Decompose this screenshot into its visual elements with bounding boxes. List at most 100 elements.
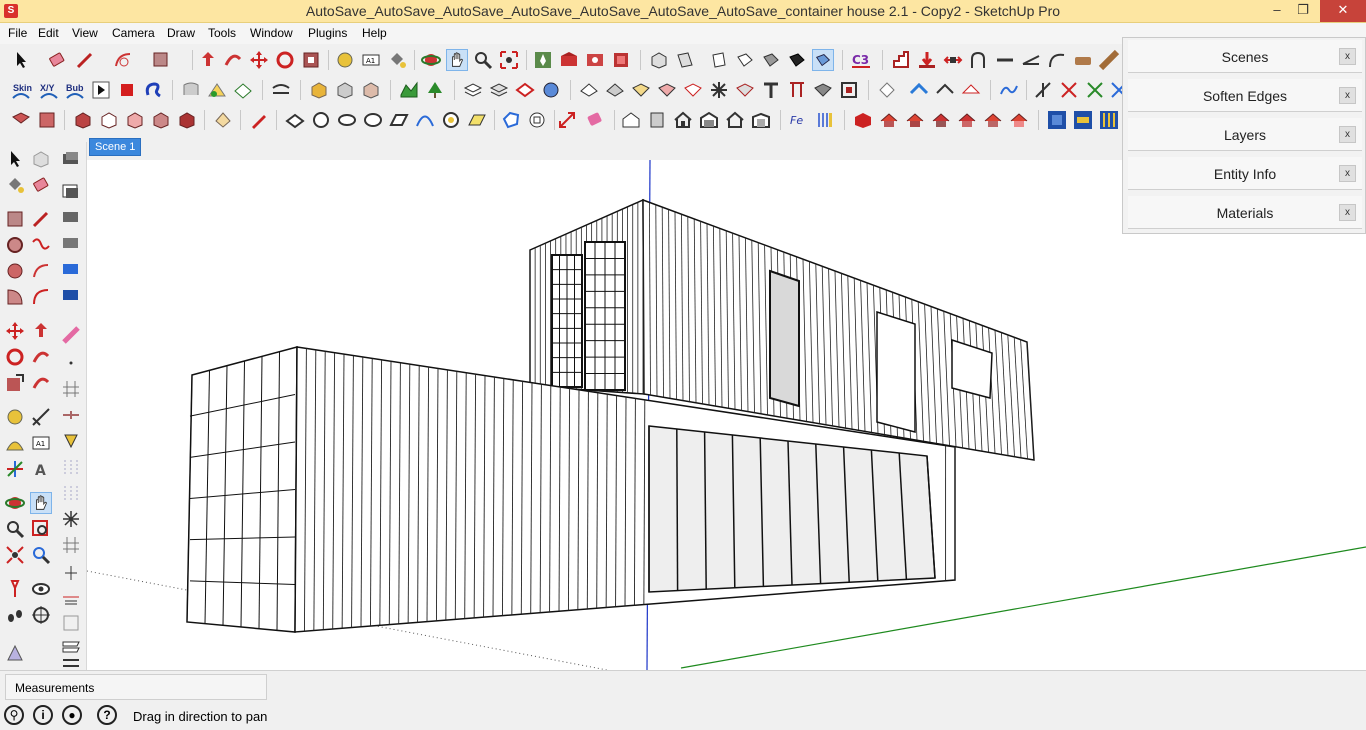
menu-view[interactable]: View [72,26,98,40]
texture-icon[interactable] [212,109,234,131]
roof-r-icon-6[interactable] [1008,109,1030,131]
tray-panel-soften-edges[interactable]: Soften Edges x [1128,79,1362,112]
garage-icon[interactable] [698,109,720,131]
component-icon-4[interactable] [60,232,82,254]
select-tool-icon[interactable] [10,49,32,71]
offset-tool-icon[interactable] [300,49,322,71]
zoom-window-left-icon[interactable] [30,518,52,540]
menu-window[interactable]: Window [250,26,293,40]
menu-draw[interactable]: Draw [167,26,195,40]
component-icon-5[interactable] [60,258,82,280]
menu-tools[interactable]: Tools [208,26,236,40]
layer-red-icon[interactable] [514,79,536,101]
ridge-tool-icon-1[interactable] [908,79,930,101]
solid-union-icon[interactable] [308,79,330,101]
blue-panel-icon-2[interactable] [1072,109,1094,131]
axes-left-icon[interactable] [4,458,26,480]
right-view-icon[interactable] [734,49,756,71]
point-icon[interactable] [60,352,82,374]
blue-panel-icon-3[interactable] [1098,109,1120,131]
rectangle-left-icon[interactable] [4,208,26,230]
polygon-left-icon[interactable] [4,260,26,282]
dropdown-red-icon[interactable] [852,109,874,131]
menu-file[interactable]: File [8,26,27,40]
back-edges-icon[interactable] [98,109,120,131]
shape-tool-icon-6[interactable] [414,109,436,131]
close-button[interactable]: ✕ [1320,0,1366,22]
rectangle-tool-icon[interactable] [150,49,172,71]
user-icon[interactable]: ● [62,705,82,725]
circle-left-icon[interactable] [4,234,26,256]
shaded-icon[interactable] [176,109,198,131]
rotate-left-icon[interactable] [4,346,26,368]
line-tool-icon[interactable] [74,49,96,71]
roof-r-icon-2[interactable] [904,109,926,131]
layer-stack-icon-2[interactable] [488,79,510,101]
hidden-line-icon[interactable] [150,109,172,131]
previous-view-left-icon[interactable] [30,544,52,566]
section-plane-icon[interactable] [10,109,32,131]
position-camera-left-icon[interactable] [4,578,26,600]
close-icon[interactable]: x [1339,204,1356,221]
front-view-icon[interactable] [708,49,730,71]
slope-line-icon[interactable] [1020,49,1042,71]
solid-trim-icon[interactable] [360,79,382,101]
tray-panel-entity-info[interactable]: Entity Info x [1128,157,1362,190]
grid-icon-8[interactable] [60,586,82,608]
roof-house-icon[interactable] [724,109,746,131]
modeling-viewport[interactable] [87,160,1366,670]
sofa-component-icon[interactable] [1072,49,1094,71]
push-pull-left-icon[interactable] [30,320,52,342]
soap-bubble-icon[interactable] [142,79,164,101]
dimension-left-icon[interactable] [30,406,52,428]
freehand-left-icon[interactable] [30,234,52,256]
stripes-plugin-icon[interactable] [814,109,836,131]
select-icon[interactable] [4,148,26,170]
grid-icon-1[interactable] [60,378,82,400]
rotated-rect-icon[interactable] [526,109,548,131]
wave-line-icon[interactable] [998,79,1020,101]
component-icon-2[interactable] [60,180,82,202]
shape-tool-icon-4[interactable] [362,109,384,131]
xray-icon[interactable] [72,109,94,131]
shape-tool-icon-5[interactable] [388,109,410,131]
paint-bucket-left-icon[interactable] [4,174,26,196]
pie-left-icon[interactable] [4,286,26,308]
component-icon-6[interactable] [60,284,82,306]
grid-icon-9[interactable] [60,612,82,634]
menu-edit[interactable]: Edit [38,26,59,40]
eraser-tool-icon[interactable] [46,49,68,71]
arc-tool-icon[interactable] [112,49,134,71]
protractor-left-icon[interactable] [4,432,26,454]
shed-icon[interactable] [750,109,772,131]
grid-icon-4[interactable] [60,456,82,478]
joist-tool-icon[interactable] [760,79,782,101]
layer-blue-icon[interactable] [540,79,562,101]
close-icon[interactable]: x [1339,48,1356,65]
tray-panel-scenes[interactable]: Scenes x [1128,40,1362,73]
ridge-tool-icon-2[interactable] [934,79,956,101]
component-icon-1[interactable] [60,148,82,170]
tree-icon[interactable] [424,79,446,101]
menu-help[interactable]: Help [362,26,387,40]
sandbox-drape-icon[interactable] [206,79,228,101]
shape-tool-icon-3[interactable] [336,109,358,131]
roof-r-icon-3[interactable] [930,109,952,131]
offset-left-icon[interactable] [30,372,52,394]
axis-cross-icon-3[interactable] [1084,79,1106,101]
roof-r-icon-1[interactable] [878,109,900,131]
tray-panel-layers[interactable]: Layers x [1128,118,1362,151]
grid-icon-2[interactable] [60,404,82,426]
zoom-left-icon[interactable] [4,518,26,540]
menu-plugins[interactable]: Plugins [308,26,347,40]
help-icon[interactable]: ? [97,705,117,725]
maximize-button[interactable]: ❐ [1290,0,1316,22]
rotate-tool-icon[interactable] [274,49,296,71]
solid-subtract-icon[interactable] [334,79,356,101]
building-icon-2[interactable] [646,109,668,131]
explode-tool-icon[interactable] [708,79,730,101]
eraser-left-icon[interactable] [30,174,52,196]
grid-icon-7[interactable] [60,562,82,584]
stop-icon[interactable] [116,79,138,101]
add-location-icon[interactable] [532,49,554,71]
